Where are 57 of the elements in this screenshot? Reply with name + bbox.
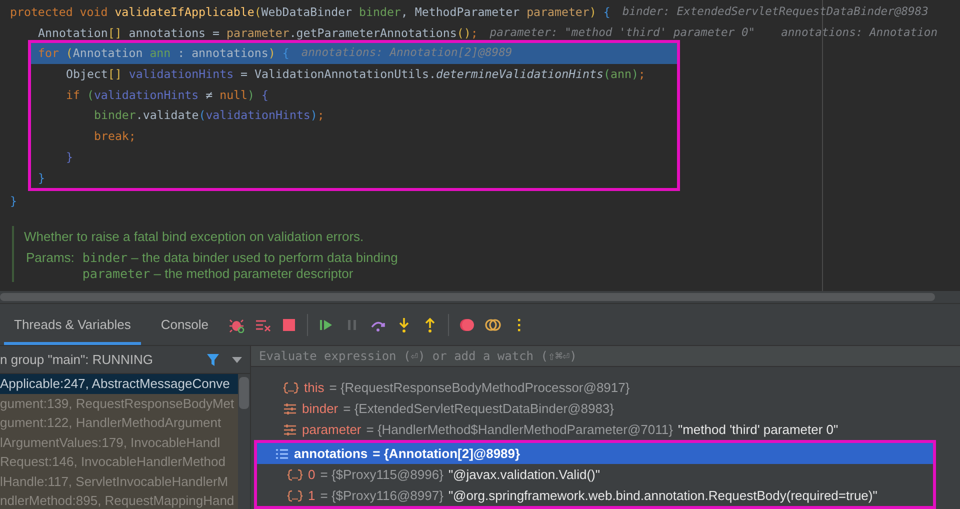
object-icon — [287, 490, 303, 502]
string-value: "@org.springframework.web.bind.annotation.RequestBody(required=true)" — [448, 488, 878, 503]
scrollbar-thumb[interactable] — [239, 377, 249, 409]
tab[interactable]: Console — [150, 304, 219, 345]
list-icon — [275, 448, 289, 460]
object-icon — [283, 382, 299, 394]
parameter-icon — [283, 424, 297, 436]
variable-row[interactable]: binder = {ExtendedServletRequestDataBinder@8983} — [261, 398, 946, 419]
evaluate-expression-field[interactable]: Evaluate expression (⏎) or add a watch (⇧⌘⏎) — [251, 346, 960, 367]
variable-name: binder — [302, 401, 338, 416]
variable-value: = {ExtendedServletRequestDataBinder@8983} — [343, 401, 614, 416]
stop-icon[interactable] — [280, 316, 297, 332]
variable-row[interactable]: this = {RequestResponseBodyMethodProcessor@8917} — [261, 377, 946, 398]
variable-value: = {Annotation[2]@8989} — [372, 446, 520, 461]
variable-value: = {$Proxy116@8997} — [320, 488, 444, 503]
variable-row[interactable]: 1 = {$Proxy116@8997} "@org.springframework.web.bind.annotation.RequestBody(required=true)" — [257, 485, 933, 506]
variable-name: this — [304, 380, 324, 395]
inline-value-hint: binder: ExtendedServletRequestDataBinder@8983 — [622, 4, 928, 20]
inline-value-hint: parameter: "method 'third' parameter 0" — [490, 24, 756, 41]
params-label: Params: — [25, 250, 74, 267]
code-line: Annotation[] annotations = parameter.getParameterAnnotations(); — [38, 24, 478, 42]
variable-name: annotations — [294, 446, 368, 461]
string-value: "method 'third' parameter 0" — [678, 422, 838, 437]
thread-selector[interactable]: n group "main": RUNNING — [0, 352, 194, 367]
scrollbar-thumb[interactable] — [0, 293, 935, 301]
code-line: } — [38, 170, 45, 186]
doc-summary: Whether to raise a fatal bind exception on validation errors. — [24, 228, 365, 244]
variable-row[interactable]: annotations = {Annotation[2]@8989} — [257, 443, 933, 464]
variable-row[interactable]: parameter = {HandlerMethod$HandlerMethodParameter@7011} "method 'third' parameter 0" — [261, 419, 946, 440]
code-line: protected void validateIfApplicable(WebDataBinder binder, MethodParameter parameter) { — [10, 4, 610, 21]
object-icon — [287, 468, 303, 480]
code-line: if (validationHints ≠ null) { — [66, 86, 268, 104]
variable-name: parameter — [302, 422, 362, 437]
variable-name: 1 — [308, 488, 316, 503]
inline-value-hint: annotations: Annotation — [781, 24, 938, 41]
code-line: } — [66, 148, 73, 166]
stack-frame[interactable]: Applicable:247, AbstractMessageConve — [0, 374, 238, 394]
dropdown-caret-icon[interactable] — [232, 356, 242, 362]
variable-value: = {RequestResponseBodyMethodProcessor@8917} — [329, 380, 630, 395]
variable-value: = {$Proxy115@8996} — [320, 467, 444, 482]
param-description: parameter – the method parameter descriptor — [82, 266, 354, 282]
variable-value: = {HandlerMethod$HandlerMethodParameter@7011} — [366, 422, 673, 437]
variable-row[interactable]: 0 = {$Proxy115@8996} "@javax.validation.Valid()" — [257, 464, 933, 485]
parameter-icon — [283, 402, 297, 414]
inline-value-hint: annotations: Annotation[2]@8989 — [301, 45, 512, 62]
code-line: binder.validate(validationHints); — [94, 107, 324, 124]
param-description: binder – the data binder used to perform data binding — [82, 250, 398, 266]
breakpoints-icon[interactable] — [458, 316, 475, 332]
mute-breakpoints-icon[interactable] — [484, 316, 501, 332]
code-line: } — [10, 193, 17, 210]
code-line: for (Annotation ann : annotations) { — [38, 45, 290, 62]
variable-name: 0 — [308, 467, 316, 482]
string-value: "@javax.validation.Valid()" — [448, 467, 600, 482]
code-line: Object[] validationHints = ValidationAnnotationUtils.determineValidationHints(ann); — [66, 66, 646, 84]
filter-icon[interactable] — [206, 352, 220, 366]
bug-icon[interactable] — [228, 316, 245, 332]
code-line: break; — [94, 128, 136, 146]
